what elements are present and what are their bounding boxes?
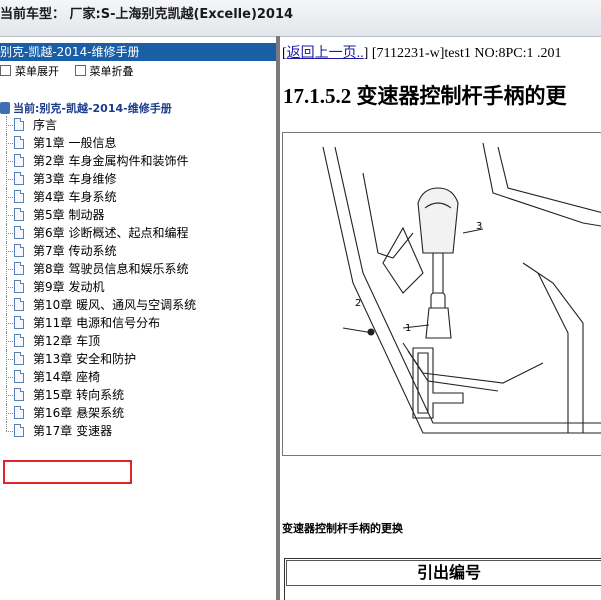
procedure-figure: 1 2 3	[282, 132, 601, 456]
selection-highlight-box	[3, 460, 132, 484]
table-header-callout-number: 引出编号	[286, 560, 601, 586]
figure-caption: 变速器控制杆手柄的更换	[282, 522, 403, 535]
callout-label: 2	[355, 298, 362, 309]
collapse-icon	[74, 65, 86, 76]
document-icon	[14, 226, 24, 239]
tree-root[interactable]: 当前:别克-凯越-2014-维修手册	[0, 100, 172, 116]
window-titlebar: 当前车型： 厂家:S-上海别克凯越(Excelle)2014	[0, 0, 601, 37]
breadcrumb: [返回上一页..] [7112231-w]test1 NO:8PC:1 .201	[282, 46, 562, 61]
document-icon	[14, 118, 24, 131]
callout-label: 1	[405, 323, 412, 334]
expand-menu-button[interactable]: 菜单展开	[0, 63, 59, 79]
collapse-menu-button[interactable]: 菜单折叠	[74, 63, 134, 79]
back-link[interactable]: 返回上一页..	[287, 46, 364, 61]
callout-label: 3	[476, 221, 483, 232]
document-icon	[14, 190, 24, 203]
expand-icon	[0, 65, 11, 76]
document-icon	[14, 406, 24, 419]
document-icon	[14, 298, 24, 311]
document-icon	[14, 316, 24, 329]
document-meta: ] [7112231-w]test1 NO:8PC:1 .201	[363, 46, 562, 61]
document-icon	[14, 352, 24, 365]
section-title: 17.1.5.2 变速器控制杆手柄的更	[283, 84, 567, 108]
document-icon	[14, 172, 24, 185]
document-icon	[14, 370, 24, 383]
document-icon	[14, 280, 24, 293]
document-icon	[14, 136, 24, 149]
vehicle-model-title: 当前车型： 厂家:S-上海别克凯越(Excelle)2014	[0, 7, 294, 22]
document-icon	[14, 424, 24, 437]
document-icon	[14, 154, 24, 167]
callout-table: 引出编号	[284, 558, 601, 600]
document-icon	[14, 208, 24, 221]
gear-shifter-illustration	[322, 142, 601, 434]
document-icon	[14, 334, 24, 347]
book-icon	[0, 102, 10, 114]
document-icon	[14, 244, 24, 257]
manual-title-bar: 别克-凯越-2014-维修手册	[0, 43, 276, 61]
content-pane: [返回上一页..] [7112231-w]test1 NO:8PC:1 .201…	[280, 40, 601, 600]
tree-toolbar: 菜单展开 菜单折叠	[0, 63, 146, 79]
navigation-pane: 别克-凯越-2014-维修手册 菜单展开 菜单折叠 当前:别克-凯越-2014-…	[0, 40, 276, 600]
document-icon	[14, 388, 24, 401]
tree-root-label: 当前:别克-凯越-2014-维修手册	[13, 102, 172, 115]
document-icon	[14, 262, 24, 275]
